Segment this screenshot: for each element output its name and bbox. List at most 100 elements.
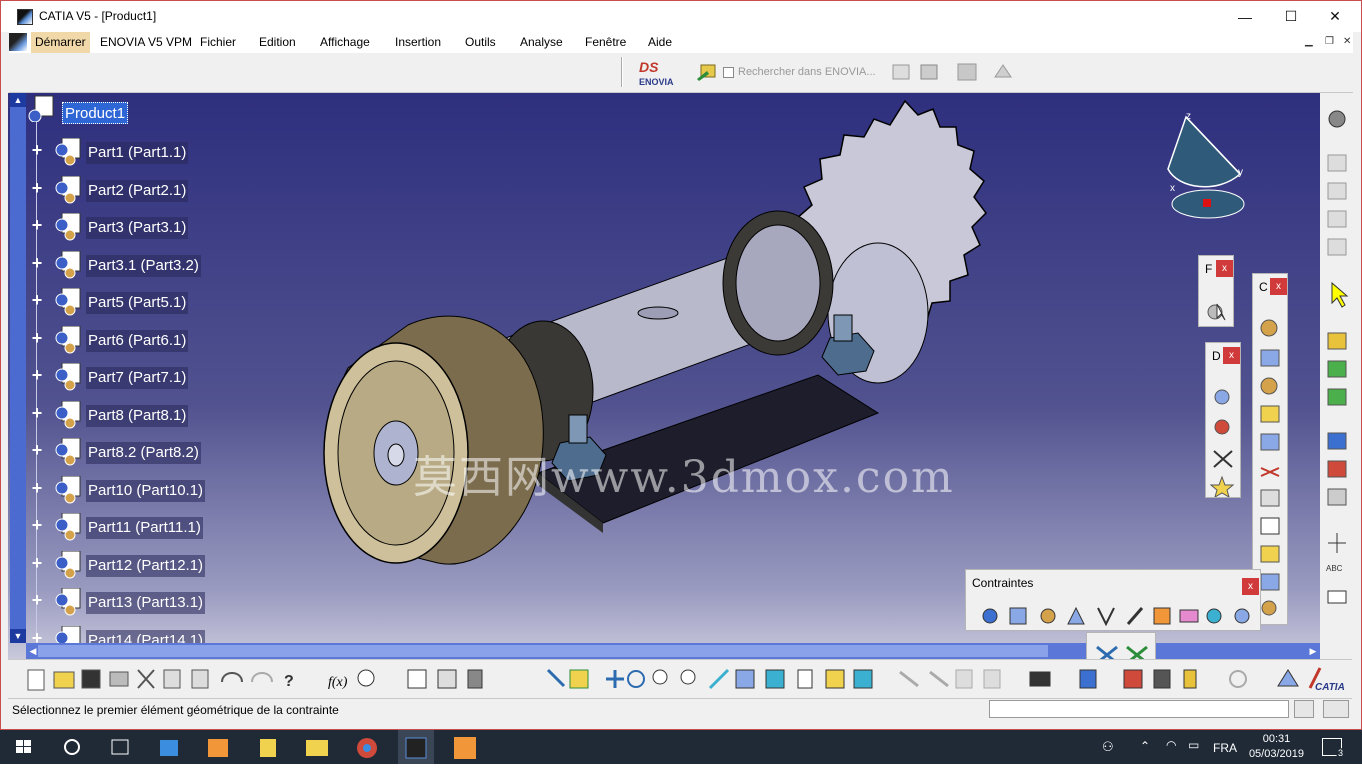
expand-icon[interactable]: + xyxy=(29,254,45,272)
expand-icon[interactable]: + xyxy=(29,516,45,534)
people-icon[interactable]: ⚇ xyxy=(1102,739,1114,755)
enovia-logo-icon[interactable]: DS ENOVIA xyxy=(635,57,685,89)
manipulation-icons[interactable] xyxy=(1210,387,1238,497)
part-icon xyxy=(55,288,81,316)
product-document-icon[interactable] xyxy=(9,33,27,51)
windows-taskbar: ⚇ ⌃ ◠ ▭ FRA 00:31 05/03/2019 3 xyxy=(0,730,1362,764)
app-taskbar-icon xyxy=(454,737,476,759)
swap-space-icon xyxy=(853,669,873,689)
mdi-restore-icon[interactable]: ❐ xyxy=(1325,36,1334,47)
language-indicator[interactable]: FRA xyxy=(1213,741,1237,755)
refresh-icon[interactable] xyxy=(955,61,979,83)
tree-node-label[interactable]: Part6 (Part6.1) xyxy=(86,329,189,352)
command-button[interactable] xyxy=(1294,700,1314,718)
menu-fichier[interactable]: Fichier xyxy=(200,35,236,49)
panel-f-close-button[interactable]: x xyxy=(1216,260,1233,277)
tree-node-label[interactable]: Part8.2 (Part8.2) xyxy=(86,442,201,464)
whats-this-icon: ? xyxy=(284,673,294,690)
expand-icon[interactable]: + xyxy=(29,141,45,159)
scroll-down-icon[interactable]: ▼ xyxy=(10,629,26,643)
taskbar-icons[interactable] xyxy=(0,730,520,764)
tray-chevron-icon[interactable]: ⌃ xyxy=(1140,739,1150,753)
menu-demarrer[interactable]: Démarrer xyxy=(31,32,90,53)
menu-aide[interactable]: Aide xyxy=(648,35,672,49)
tree-node-label[interactable]: Part5 (Part5.1) xyxy=(86,292,189,314)
tree-node-label[interactable]: Part1 (Part1.1) xyxy=(86,142,189,164)
expand-icon[interactable]: + xyxy=(29,554,45,572)
tree-node-label[interactable]: Part2 (Part2.1) xyxy=(86,179,189,202)
sync-icon[interactable] xyxy=(991,61,1015,83)
tree-root-label[interactable]: Product1 xyxy=(62,102,129,124)
generate-numbering-icon xyxy=(1327,488,1347,506)
part-icon xyxy=(55,175,81,203)
menu-insertion[interactable]: Insertion xyxy=(395,35,441,49)
pan-icon xyxy=(606,670,624,688)
enovia-search-checkbox[interactable] xyxy=(723,67,734,78)
clock[interactable]: 00:31 05/03/2019 xyxy=(1249,732,1304,762)
tree-node-label[interactable]: Part3 (Part3.1) xyxy=(86,217,189,239)
sketcher-icon xyxy=(1277,669,1299,687)
panel-d-close-button[interactable]: x xyxy=(1223,347,1240,364)
wifi-icon[interactable]: ◠ xyxy=(1166,738,1176,752)
menu-edition[interactable]: Edition xyxy=(259,35,296,49)
expand-icon[interactable]: + xyxy=(29,591,45,609)
insert-part-icon xyxy=(1327,388,1347,406)
expand-icon[interactable]: + xyxy=(29,366,45,384)
expand-icon[interactable]: + xyxy=(29,179,45,197)
menu-enovia[interactable]: ENOVIA V5 VPM xyxy=(100,35,192,49)
panel-contraintes[interactable]: Contraintes x xyxy=(965,569,1261,631)
compass-widget[interactable]: z x y xyxy=(1158,109,1253,224)
measure-inertia-icon xyxy=(1183,669,1197,689)
expand-icon[interactable]: + xyxy=(29,441,45,459)
panel-f[interactable]: F x xyxy=(1198,255,1234,327)
close-button[interactable]: ✕ xyxy=(1312,1,1358,32)
tree-vertical-scrollbar[interactable]: ▲ ▼ xyxy=(10,93,26,643)
mdi-close-icon[interactable]: ✕ xyxy=(1343,36,1351,47)
media-icon xyxy=(208,739,228,757)
menu-affichage[interactable]: Affichage xyxy=(320,35,370,49)
database-icon[interactable] xyxy=(917,61,941,83)
expand-icon[interactable]: + xyxy=(29,329,45,347)
catia-app-icon[interactable] xyxy=(17,9,33,25)
tree-node-label[interactable]: Part7 (Part7.1) xyxy=(86,367,189,389)
battery-icon[interactable]: ▭ xyxy=(1188,738,1199,752)
expand-icon[interactable]: + xyxy=(29,216,45,234)
tree-node-label[interactable]: Part13 (Part13.1) xyxy=(86,592,206,614)
hierarchy-icon xyxy=(437,669,457,689)
expand-icon[interactable]: + xyxy=(29,479,45,497)
tree-node-label[interactable]: Part11 (Part11.1) xyxy=(86,517,203,539)
tree-node-label[interactable]: Part3.1 (Part3.2) xyxy=(86,254,201,277)
right-toolbar-icons[interactable]: ABC xyxy=(1320,93,1354,659)
undo-icon xyxy=(221,672,243,683)
maximize-button[interactable]: ☐ xyxy=(1268,1,1314,32)
enovia-search-field[interactable]: Rechercher dans ENOVIA... xyxy=(738,66,876,78)
contraintes-close-button[interactable]: x xyxy=(1242,578,1259,595)
menu-analyse[interactable]: Analyse xyxy=(520,35,563,49)
query-icon[interactable] xyxy=(889,61,913,83)
minimize-button[interactable]: — xyxy=(1222,1,1268,32)
menu-outils[interactable]: Outils xyxy=(465,35,496,49)
expand-icon[interactable]: + xyxy=(29,404,45,422)
command-stop-button[interactable] xyxy=(1323,700,1349,718)
save-icon xyxy=(81,669,101,689)
enovia-search-icon[interactable] xyxy=(695,61,719,83)
constraint-tools-icons[interactable] xyxy=(980,604,1260,628)
tree-node-label[interactable]: Part8 (Part8.1) xyxy=(86,404,189,427)
gear-pointer-icon[interactable] xyxy=(1205,300,1229,322)
saw-blade[interactable] xyxy=(794,99,987,384)
scroll-right-icon[interactable]: ▶ xyxy=(1306,643,1320,659)
bottom-toolbar-icons[interactable]: ? f(x) xyxy=(8,660,1352,698)
scroll-up-icon[interactable]: ▲ xyxy=(10,93,26,107)
panel-d[interactable]: D x xyxy=(1205,342,1241,498)
scrollbar-thumb[interactable] xyxy=(38,645,1048,657)
panel-c-close-button[interactable]: x xyxy=(1270,278,1287,295)
command-input[interactable] xyxy=(989,700,1289,718)
tree-node-label[interactable]: Part12 (Part12.1) xyxy=(86,554,206,577)
menu-fenetre[interactable]: Fenêtre xyxy=(585,35,626,49)
tree-node-label[interactable]: Part10 (Part10.1) xyxy=(86,479,206,502)
mdi-minimize-icon[interactable]: ▁ xyxy=(1305,36,1313,47)
cut-icon xyxy=(137,669,155,689)
part-icon xyxy=(55,213,81,241)
expand-icon[interactable]: + xyxy=(29,291,45,309)
assembly-tools-icons[interactable] xyxy=(1257,318,1285,618)
